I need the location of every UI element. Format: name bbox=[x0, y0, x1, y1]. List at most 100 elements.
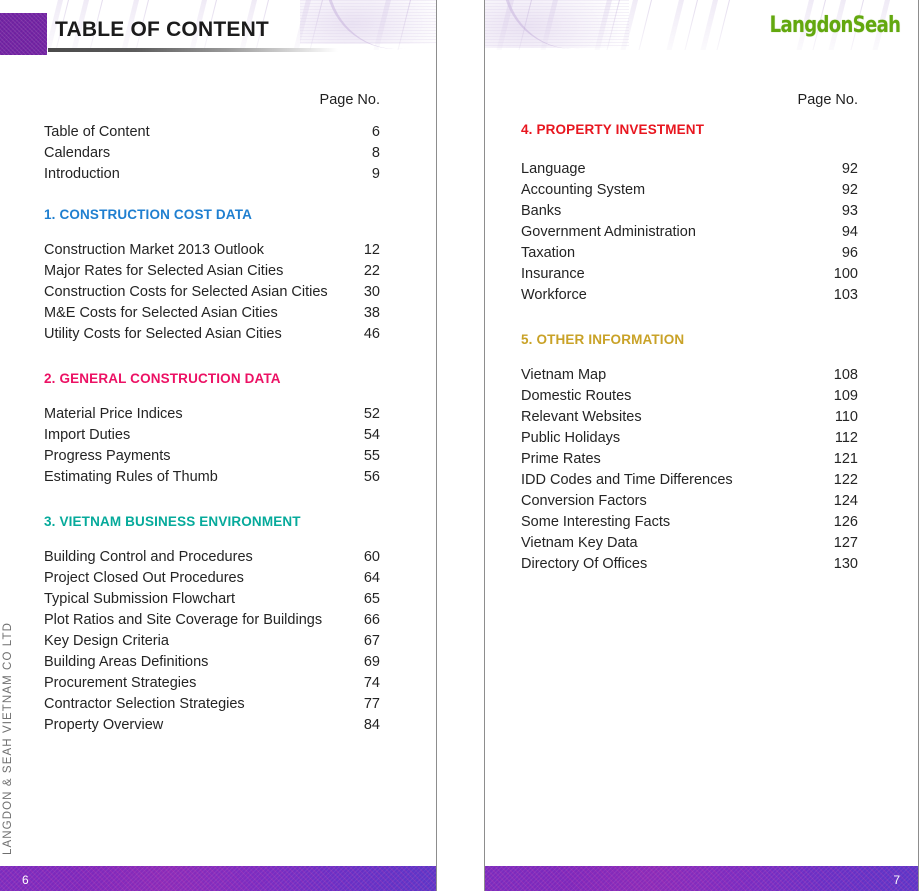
toc-entry[interactable]: Key Design Criteria 67 bbox=[44, 631, 380, 652]
toc-entry-page: 6 bbox=[371, 124, 380, 140]
toc-entry[interactable]: Plot Ratios and Site Coverage for Buildi… bbox=[44, 610, 380, 631]
toc-entry[interactable]: Construction Costs for Selected Asian Ci… bbox=[44, 282, 380, 303]
toc-entry[interactable]: Property Overview 84 bbox=[44, 715, 380, 736]
toc-entry-label: Vietnam Key Data bbox=[521, 535, 638, 551]
toc-entry[interactable]: Import Duties 54 bbox=[44, 425, 380, 446]
footer-bar-right: 7 bbox=[485, 866, 918, 891]
toc-entry-page: 124 bbox=[833, 493, 858, 509]
section-entries-4: Language 92 Accounting System 92 Banks 9… bbox=[521, 159, 858, 306]
toc-entry[interactable]: IDD Codes and Time Differences 122 bbox=[521, 470, 858, 491]
toc-entry-page: 110 bbox=[834, 409, 858, 425]
toc-entry[interactable]: Material Price Indices 52 bbox=[44, 404, 380, 425]
toc-entry[interactable]: Introduction 9 bbox=[44, 164, 380, 185]
toc-entry-label: Plot Ratios and Site Coverage for Buildi… bbox=[44, 612, 323, 628]
toc-right-column: Page No. 4. PROPERTY INVESTMENT Language… bbox=[485, 92, 918, 575]
section-heading-2: 2. GENERAL CONSTRUCTION DATA bbox=[44, 371, 281, 386]
toc-entry[interactable]: Project Closed Out Procedures 64 bbox=[44, 568, 380, 589]
toc-entry-label: IDD Codes and Time Differences bbox=[521, 472, 733, 488]
section-heading-1: 1. CONSTRUCTION COST DATA bbox=[44, 207, 252, 222]
toc-entry-label: Import Duties bbox=[44, 427, 131, 443]
toc-entry[interactable]: Building Control and Procedures 60 bbox=[44, 547, 380, 568]
toc-entry[interactable]: Vietnam Map 108 bbox=[521, 365, 858, 386]
section-entries-5: Vietnam Map 108 Domestic Routes 109 Rele… bbox=[521, 365, 858, 575]
toc-entry[interactable]: Construction Market 2013 Outlook 12 bbox=[44, 240, 380, 261]
toc-entry[interactable]: Prime Rates 121 bbox=[521, 449, 858, 470]
toc-entry[interactable]: Domestic Routes 109 bbox=[521, 386, 858, 407]
section-heading-4: 4. PROPERTY INVESTMENT bbox=[521, 122, 705, 137]
toc-entry-label: Government Administration bbox=[521, 224, 696, 240]
toc-entry-page: 30 bbox=[363, 284, 380, 300]
page-left: TABLE OF CONTENT Page No. Table of Conte… bbox=[0, 0, 437, 891]
footer-page-number: 7 bbox=[893, 873, 900, 887]
toc-entry[interactable]: Building Areas Definitions 69 bbox=[44, 652, 380, 673]
toc-entry[interactable]: Public Holidays 112 bbox=[521, 428, 858, 449]
toc-entry[interactable]: Procurement Strategies 74 bbox=[44, 673, 380, 694]
toc-entry[interactable]: Workforce 103 bbox=[521, 285, 858, 306]
toc-entry-page: 9 bbox=[371, 166, 380, 182]
toc-entry-page: 74 bbox=[363, 675, 380, 691]
toc-entry-label: Public Holidays bbox=[521, 430, 621, 446]
toc-entry-page: 77 bbox=[363, 696, 380, 712]
section-entries-1: Construction Market 2013 Outlook 12 Majo… bbox=[44, 240, 380, 345]
toc-entry-page: 122 bbox=[833, 472, 858, 488]
toc-entry[interactable]: Some Interesting Facts 126 bbox=[521, 512, 858, 533]
toc-entry-page: 112 bbox=[834, 430, 858, 446]
toc-entry-label: Contractor Selection Strategies bbox=[44, 696, 245, 712]
toc-entry[interactable]: Banks 93 bbox=[521, 201, 858, 222]
toc-entry-page: 66 bbox=[363, 612, 380, 628]
toc-entry-label: Key Design Criteria bbox=[44, 633, 169, 649]
toc-entry-page: 38 bbox=[363, 305, 380, 321]
toc-entry[interactable]: Conversion Factors 124 bbox=[521, 491, 858, 512]
toc-entry-label: M&E Costs for Selected Asian Cities bbox=[44, 305, 278, 321]
toc-entry[interactable]: Table of Content 6 bbox=[44, 122, 380, 143]
purple-corner-block bbox=[0, 13, 47, 55]
toc-entry-page: 100 bbox=[833, 266, 858, 282]
section-entries-3: Building Control and Procedures 60 Proje… bbox=[44, 547, 380, 736]
toc-entry-label: Table of Content bbox=[44, 124, 150, 140]
langdonseah-logo: LangdonSeah bbox=[769, 13, 900, 38]
toc-entry[interactable]: Contractor Selection Strategies 77 bbox=[44, 694, 380, 715]
toc-entry-label: Relevant Websites bbox=[521, 409, 642, 425]
toc-entry-page: 54 bbox=[363, 427, 380, 443]
toc-entry[interactable]: Relevant Websites 110 bbox=[521, 407, 858, 428]
toc-entry-page: 127 bbox=[833, 535, 858, 551]
toc-entry-page: 126 bbox=[833, 514, 858, 530]
toc-entry-page: 96 bbox=[841, 245, 858, 261]
side-caption: LANGDON & SEAH VIETNAM CO LTD bbox=[2, 622, 14, 855]
toc-entry[interactable]: Progress Payments 55 bbox=[44, 446, 380, 467]
toc-entry[interactable]: Directory Of Offices 130 bbox=[521, 554, 858, 575]
toc-entry[interactable]: Major Rates for Selected Asian Cities 22 bbox=[44, 261, 380, 282]
toc-left-column: Page No. Table of Content 6 Calendars 8 … bbox=[0, 92, 436, 736]
toc-entry-page: 67 bbox=[363, 633, 380, 649]
toc-entry[interactable]: Accounting System 92 bbox=[521, 180, 858, 201]
toc-entry[interactable]: Vietnam Key Data 127 bbox=[521, 533, 858, 554]
toc-entry[interactable]: Typical Submission Flowchart 65 bbox=[44, 589, 380, 610]
toc-entry[interactable]: Estimating Rules of Thumb 56 bbox=[44, 467, 380, 488]
toc-entry[interactable]: Insurance 100 bbox=[521, 264, 858, 285]
toc-entry-page: 55 bbox=[363, 448, 380, 464]
toc-entry-label: Some Interesting Facts bbox=[521, 514, 671, 530]
toc-entry-label: Domestic Routes bbox=[521, 388, 632, 404]
toc-entry[interactable]: Language 92 bbox=[521, 159, 858, 180]
toc-entry-label: Workforce bbox=[521, 287, 587, 303]
toc-entry-page: 130 bbox=[833, 556, 858, 572]
toc-entry[interactable]: Calendars 8 bbox=[44, 143, 380, 164]
toc-entry-label: Insurance bbox=[521, 266, 585, 282]
toc-entry-page: 12 bbox=[363, 242, 380, 258]
toc-entry-page: 94 bbox=[841, 224, 858, 240]
toc-entry-label: Estimating Rules of Thumb bbox=[44, 469, 218, 485]
toc-entry-label: Vietnam Map bbox=[521, 367, 607, 383]
toc-entry-label: Project Closed Out Procedures bbox=[44, 570, 244, 586]
toc-entry[interactable]: Government Administration 94 bbox=[521, 222, 858, 243]
toc-entry[interactable]: Utility Costs for Selected Asian Cities … bbox=[44, 324, 380, 345]
toc-entry[interactable]: Taxation 96 bbox=[521, 243, 858, 264]
toc-entry-label: Banks bbox=[521, 203, 562, 219]
heading-underline bbox=[48, 48, 338, 52]
toc-entry[interactable]: M&E Costs for Selected Asian Cities 38 bbox=[44, 303, 380, 324]
toc-entry-label: Prime Rates bbox=[521, 451, 601, 467]
toc-entry-label: Construction Market 2013 Outlook bbox=[44, 242, 265, 258]
toc-entry-label: Calendars bbox=[44, 145, 111, 161]
toc-entry-page: 108 bbox=[833, 367, 858, 383]
toc-entry-label: Conversion Factors bbox=[521, 493, 647, 509]
spread-gutter bbox=[437, 0, 484, 891]
